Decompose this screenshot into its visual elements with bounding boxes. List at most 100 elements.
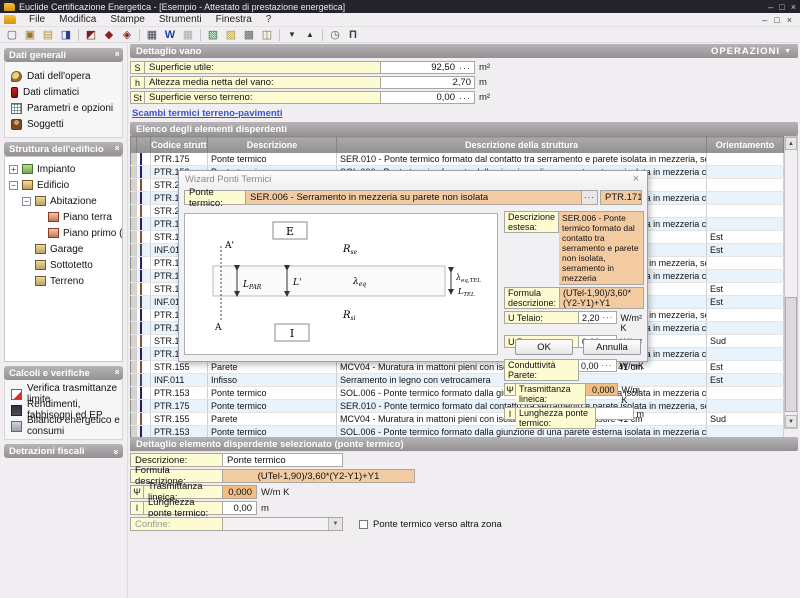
find-replace-icon[interactable]: ◆ — [101, 28, 117, 42]
collapse-down-icon[interactable]: ▼ — [284, 28, 300, 42]
tree-expander[interactable]: + — [9, 165, 18, 174]
altra-zona-checkbox[interactable] — [359, 520, 368, 529]
confine-select[interactable]: ▼ — [223, 517, 343, 531]
expand-chevron-icon[interactable]: » — [111, 449, 121, 452]
tree-item[interactable]: − Edificio — [9, 177, 122, 193]
tree-expander[interactable] — [22, 245, 31, 254]
tree-expander[interactable]: − — [22, 197, 31, 206]
toolbar-separator[interactable] — [322, 29, 323, 41]
tree-expander[interactable]: − — [9, 181, 18, 190]
sidebar-item[interactable]: Dati dell'opera — [11, 68, 120, 84]
menu-item[interactable]: Finestra — [209, 13, 259, 26]
menu-item[interactable]: ? — [259, 13, 279, 26]
u-telaio-input[interactable]: 2,20··· — [579, 311, 617, 324]
sidebar-item[interactable]: Bilancio energetico e consumi — [11, 418, 120, 434]
col-descrizione-struttura[interactable]: Descrizione della struttura — [337, 137, 707, 153]
tree-item[interactable]: Piano terra — [9, 209, 122, 225]
browse-ellipsis-icon[interactable]: ··· — [602, 361, 613, 370]
print-icon[interactable]: ▦ — [144, 28, 160, 42]
mdi-close-button[interactable]: × — [787, 15, 792, 25]
field-input[interactable]: 92,50··· — [381, 61, 475, 74]
new-wizard-icon[interactable]: ▣ — [22, 28, 38, 42]
tree-item[interactable]: Sottotetto — [9, 257, 122, 273]
field-input[interactable]: 0,00··· — [381, 91, 475, 104]
menu-item[interactable]: Strumenti — [152, 13, 209, 26]
tree-item[interactable]: + Impianto — [9, 161, 122, 177]
table-row[interactable]: INF.011 Infisso Serramento in legno con … — [131, 373, 784, 386]
tree-item[interactable]: Garage — [9, 241, 122, 257]
ok-button[interactable]: OK — [515, 339, 573, 355]
import-icon[interactable]: ◩ — [83, 28, 99, 42]
table-row[interactable]: STR.155 Parete MCV04 - Muratura in matto… — [131, 412, 784, 425]
scrollbar-thumb[interactable] — [785, 297, 797, 412]
conduttivita-input[interactable]: 0,00··· — [579, 359, 617, 372]
close-button[interactable]: × — [791, 2, 796, 12]
collapse-chevron-icon[interactable]: » — [111, 147, 121, 150]
tree-expander[interactable] — [35, 229, 44, 238]
scroll-down-button[interactable]: ▼ — [785, 415, 797, 428]
layers-icon[interactable]: ◫ — [259, 28, 275, 42]
chevron-down-icon[interactable]: ▼ — [328, 518, 342, 530]
tree-item[interactable]: Terreno — [9, 273, 122, 289]
table-row[interactable]: PTR.175 Ponte termico SER.010 - Ponte te… — [131, 399, 784, 412]
menu-item[interactable]: File — [22, 13, 52, 26]
menu-item[interactable]: Modifica — [52, 13, 103, 26]
copy-green-icon[interactable]: ▧ — [205, 28, 221, 42]
maximize-button[interactable]: □ — [779, 2, 784, 12]
tree-expander[interactable] — [35, 213, 44, 222]
tree-item[interactable]: Piano primo (mansarda) — [9, 225, 122, 241]
pillar-icon[interactable]: Π — [345, 28, 361, 42]
toolbar-separator[interactable] — [279, 29, 280, 41]
copy-print-icon[interactable]: ▩ — [241, 28, 257, 42]
panel-header-detrazioni[interactable]: Detrazioni fiscali » — [4, 444, 123, 458]
lunghezza-input[interactable]: 0,00 — [223, 501, 257, 515]
table-row[interactable]: PTR.175 Ponte termico SER.010 - Ponte te… — [131, 153, 784, 166]
browse-button[interactable]: ··· — [582, 190, 598, 205]
scroll-up-button[interactable]: ▲ — [785, 137, 797, 150]
toolbar-separator[interactable] — [78, 29, 79, 41]
col-descrizione[interactable]: Descrizione — [208, 137, 337, 153]
sidebar-item[interactable]: Soggetti — [11, 116, 120, 132]
save-icon[interactable]: ◨ — [58, 28, 74, 42]
export-excel-icon[interactable]: ▦ — [180, 28, 196, 42]
panel-header-dati-generali[interactable]: Dati generali » — [4, 48, 123, 62]
browse-ellipsis-icon[interactable]: ··· — [459, 93, 471, 103]
panel-header-calcoli[interactable]: Calcoli e verifiche » — [4, 366, 123, 380]
col-codice[interactable]: Codice struttura — [151, 137, 208, 153]
dialog-title-bar[interactable]: Wizard Ponti Termici × — [179, 171, 647, 187]
dialog-close-icon[interactable]: × — [631, 173, 641, 185]
export-word-icon[interactable]: W — [162, 28, 178, 42]
col-orientamento[interactable]: Orientamento — [707, 137, 784, 153]
refresh-data-icon[interactable]: ◈ — [119, 28, 135, 42]
collapse-chevron-icon[interactable]: » — [111, 53, 121, 56]
toolbar-separator[interactable] — [139, 29, 140, 41]
annulla-button[interactable]: Annulla — [583, 339, 641, 355]
collapse-chevron-icon[interactable]: » — [111, 371, 121, 374]
open-project-icon[interactable]: ▤ — [40, 28, 56, 42]
minimize-button[interactable]: – — [768, 2, 773, 12]
field-input[interactable]: 2,70··· — [381, 76, 475, 89]
panel-header-struttura[interactable]: Struttura dell'edificio » — [4, 142, 123, 156]
cell-orientamento — [707, 153, 784, 166]
descrizione-input[interactable]: Ponte termico — [223, 453, 343, 467]
collapse-up-icon[interactable]: ▲ — [302, 28, 318, 42]
mdi-restore-button[interactable]: □ — [774, 15, 779, 25]
menu-item[interactable]: Stampe — [103, 13, 151, 26]
copy-yellow-icon[interactable]: ▨ — [223, 28, 239, 42]
table-row[interactable]: PTR.153 Ponte termico SOL.006 - Ponte te… — [131, 386, 784, 399]
browse-ellipsis-icon[interactable]: ··· — [459, 63, 471, 73]
toolbar-separator[interactable] — [200, 29, 201, 41]
new-document-icon[interactable]: ▢ — [4, 28, 20, 42]
browse-ellipsis-icon[interactable]: ··· — [602, 313, 613, 322]
lunghezza-input[interactable] — [596, 407, 633, 420]
sidebar-item[interactable]: Dati climatici — [11, 84, 120, 100]
operazioni-menu-button[interactable]: OPERAZIONI▼ — [711, 46, 792, 57]
table-scrollbar[interactable]: ▲ ▼ — [784, 136, 798, 429]
scambi-termici-link[interactable]: Scambi termici terreno-pavimenti — [132, 108, 282, 119]
tree-item[interactable]: − Abitazione — [9, 193, 122, 209]
tree-expander[interactable] — [22, 261, 31, 270]
preview-icon[interactable]: ◷ — [327, 28, 343, 42]
tree-expander[interactable] — [22, 277, 31, 286]
sidebar-item[interactable]: Parametri e opzioni — [11, 100, 120, 116]
mdi-minimize-button[interactable]: – — [762, 15, 767, 25]
